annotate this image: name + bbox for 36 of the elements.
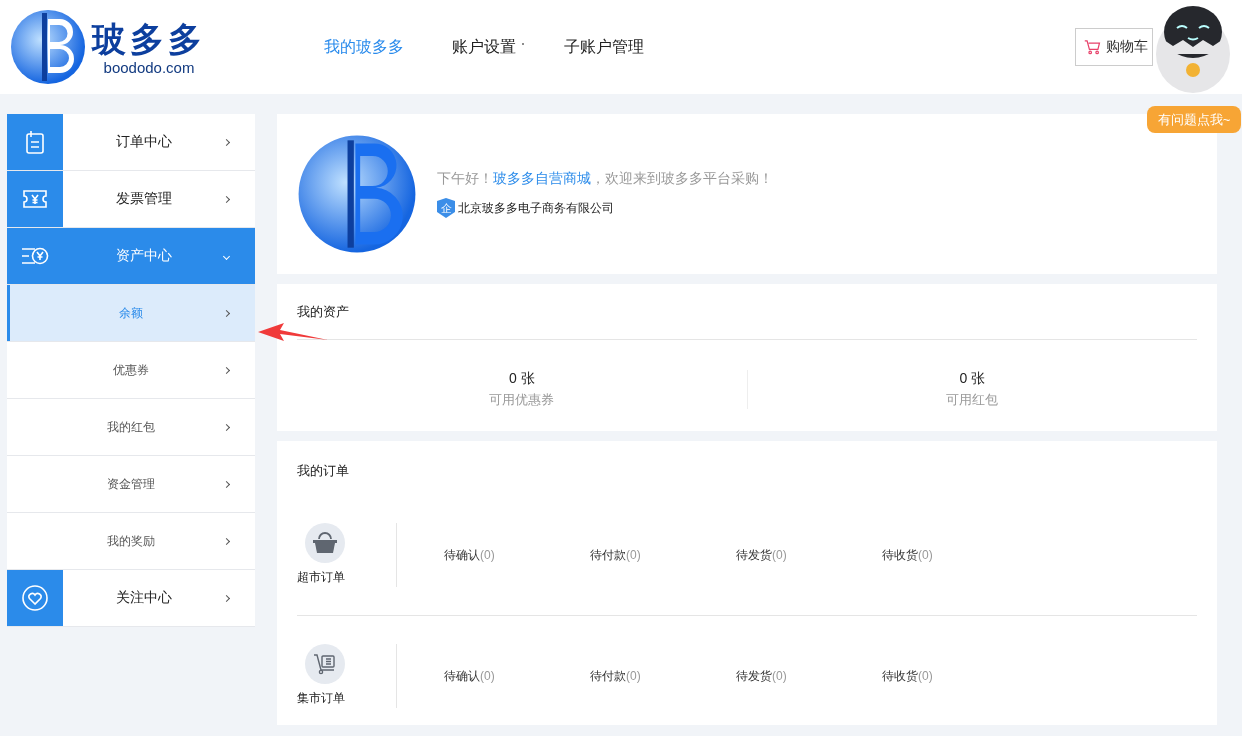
group-label: 订单中心	[114, 133, 173, 151]
sidebar-subitem[interactable]: 我的奖励	[7, 513, 255, 570]
nav-link[interactable]: 账户设置	[452, 36, 526, 58]
stat-value: 0 张	[508, 370, 535, 388]
order-type-label[interactable]: 超市订单	[297, 569, 345, 586]
sidebar-group[interactable]: 资产中心	[7, 228, 255, 285]
sidebar-subitem[interactable]: 我的红包	[7, 399, 255, 456]
order-status-link[interactable]: 待确认(0)	[444, 546, 590, 564]
group-label: 关注中心	[114, 589, 173, 607]
enterprise-badge: 企	[437, 198, 455, 218]
order-status-link[interactable]: 待付款(0)	[590, 546, 736, 564]
order-status-link[interactable]: 待收货(0)	[882, 667, 1028, 685]
company-name: 北京玻多多电子商务有限公司	[458, 199, 614, 217]
section-title: 我的资产	[297, 284, 1197, 340]
order-status-link[interactable]: 待发货(0)	[736, 667, 882, 685]
sidebar-subitem[interactable]: 资金管理	[7, 456, 255, 513]
section-title: 我的订单	[297, 462, 350, 480]
cart-button[interactable]: 购物车	[1075, 28, 1153, 66]
sidebar-group[interactable]: 发票管理	[7, 171, 255, 228]
order-status-link[interactable]: 待发货(0)	[736, 546, 882, 564]
store-link[interactable]: 玻多多自营商城	[493, 170, 591, 186]
sidebar-group[interactable]: 关注中心	[7, 570, 255, 627]
group-label: 资产中心	[114, 247, 173, 265]
order-status-link[interactable]: 待确认(0)	[444, 667, 590, 685]
nav-link[interactable]: 我的玻多多	[324, 36, 414, 58]
nav-link[interactable]: 子账户管理	[564, 36, 654, 58]
order-type-label[interactable]: 集市订单	[297, 690, 345, 707]
logo-domain: boododo.com	[103, 58, 195, 76]
sidebar-group[interactable]: 订单中心	[7, 114, 255, 171]
greeting-text: 下午好！玻多多自营商城，欢迎来到玻多多平台采购！	[437, 170, 773, 188]
stat-value: 0 张	[959, 370, 986, 388]
order-status-link[interactable]: 待付款(0)	[590, 667, 736, 685]
logo-name: 玻多多	[92, 18, 206, 59]
order-status-link[interactable]: 待收货(0)	[882, 546, 1028, 564]
sidebar-subitem[interactable]: 优惠券	[7, 342, 255, 399]
group-label: 发票管理	[114, 190, 173, 208]
